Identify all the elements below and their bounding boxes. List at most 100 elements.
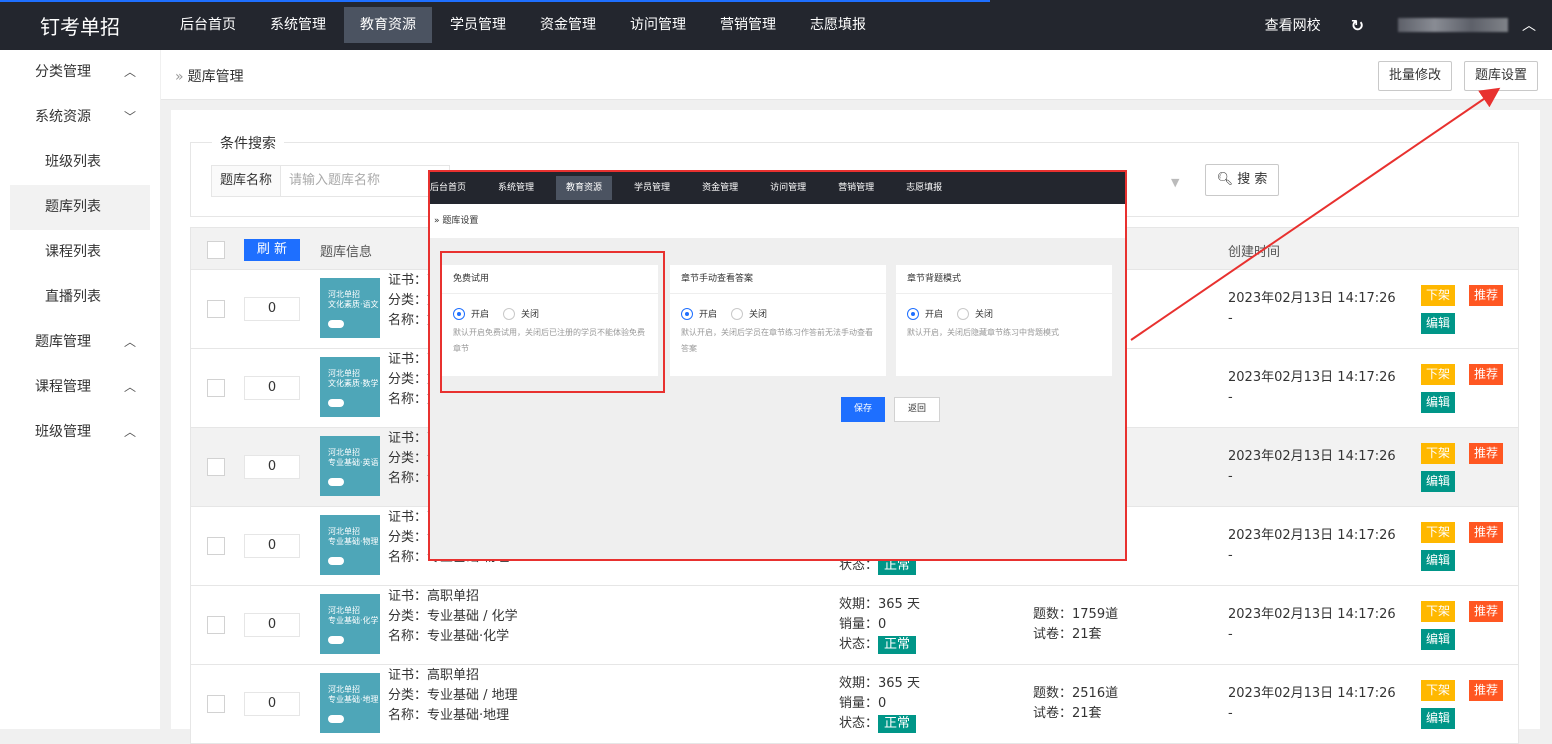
row-checkbox[interactable] bbox=[207, 616, 225, 634]
row-checkbox[interactable] bbox=[207, 379, 225, 397]
thumbnail-text: 河北单招 文化素质·语文 bbox=[328, 290, 379, 309]
thumbnail-text: 河北单招 文化素质·数学 bbox=[328, 369, 379, 388]
sort-input[interactable]: 0 bbox=[244, 692, 300, 716]
user-name-blurred[interactable] bbox=[1398, 18, 1508, 32]
double-chevron-right-icon: » bbox=[175, 69, 184, 85]
radio-on[interactable] bbox=[907, 307, 919, 320]
nav-students[interactable]: 学员管理 bbox=[434, 7, 522, 43]
overlay-back-button[interactable]: 返回 bbox=[894, 397, 940, 422]
row-checkbox[interactable] bbox=[207, 695, 225, 713]
edit-button[interactable]: 编辑 bbox=[1421, 313, 1456, 334]
unlist-button[interactable]: 下架 bbox=[1421, 285, 1456, 306]
nav-education[interactable]: 教育资源 bbox=[344, 7, 432, 43]
edit-button[interactable]: 编辑 bbox=[1421, 471, 1456, 492]
unlist-button[interactable]: 下架 bbox=[1421, 522, 1456, 543]
overlay-nav-students[interactable]: 学员管理 bbox=[624, 176, 680, 200]
chevron-up-icon: ︿ bbox=[123, 380, 136, 394]
sidebar-item-system-resources[interactable]: 系统资源 ﹀ bbox=[0, 95, 160, 140]
edit-button[interactable]: 编辑 bbox=[1421, 550, 1456, 571]
sidebar-item-category[interactable]: 分类管理 ︿ bbox=[0, 50, 160, 95]
nav-home[interactable]: 后台首页 bbox=[164, 7, 252, 43]
chevron-up-icon: ︿ bbox=[123, 65, 136, 79]
sort-input[interactable]: 0 bbox=[244, 455, 300, 479]
refresh-button[interactable]: 刷 新 bbox=[244, 239, 300, 261]
overlay-nav-education[interactable]: 教育资源 bbox=[556, 176, 613, 200]
top-nav: 后台首页 系统管理 教育资源 学员管理 资金管理 访问管理 营销管理 志愿填报 bbox=[164, 0, 884, 50]
recommend-button[interactable]: 推荐 bbox=[1469, 364, 1504, 385]
bank-thumbnail: 河北单招 文化素质·语文 bbox=[320, 278, 380, 338]
sidebar-item-course-management[interactable]: 课程管理 ︿ bbox=[0, 365, 160, 410]
bank-thumbnail: 河北单招 专业基础·地理 bbox=[320, 673, 380, 733]
created-time: 2023年02月13日 14:17:26- bbox=[1228, 686, 1396, 721]
thumbnail-text: 河北单招 专业基础·化学 bbox=[328, 606, 379, 625]
select-all-checkbox[interactable] bbox=[207, 241, 225, 259]
bank-name-label: 题库名称 bbox=[211, 165, 281, 197]
sidebar-item-class-management[interactable]: 班级管理 ︿ bbox=[0, 410, 160, 455]
unlist-button[interactable]: 下架 bbox=[1421, 680, 1456, 701]
thumbnail-text: 河北单招 专业基础·英语 bbox=[328, 448, 379, 467]
sort-input[interactable]: 0 bbox=[244, 376, 300, 400]
nav-system[interactable]: 系统管理 bbox=[254, 7, 342, 43]
chevron-up-icon[interactable]: ︿ bbox=[1522, 15, 1536, 35]
row-checkbox[interactable] bbox=[207, 537, 225, 555]
overlay-nav-access[interactable]: 访问管理 bbox=[760, 176, 816, 200]
overlay-nav-system[interactable]: 系统管理 bbox=[488, 176, 544, 200]
status-badge: 正常 bbox=[878, 636, 917, 654]
bank-name-input[interactable]: 请输入题库名称 bbox=[280, 165, 451, 197]
overlay-nav: 后台首页 系统管理 教育资源 学员管理 资金管理 访问管理 营销管理 志愿填报 bbox=[430, 172, 1125, 204]
batch-edit-button[interactable]: 批量修改 bbox=[1378, 61, 1453, 91]
sidebar-sub-live-list[interactable]: 直播列表 bbox=[0, 275, 160, 320]
recommend-button[interactable]: 推荐 bbox=[1469, 680, 1504, 701]
sidebar-item-bank-management[interactable]: 题库管理 ︿ bbox=[0, 320, 160, 365]
search-icon: 🔍︎ bbox=[1216, 172, 1238, 187]
sidebar-sub-course-list[interactable]: 课程列表 bbox=[0, 230, 160, 275]
overlay-nav-volunteer[interactable]: 志愿填报 bbox=[896, 176, 952, 200]
radio-off[interactable] bbox=[731, 307, 744, 320]
view-site-link[interactable]: 查看网校 bbox=[1265, 15, 1321, 35]
radio-off[interactable] bbox=[957, 307, 970, 320]
bank-settings-button[interactable]: 题库设置 bbox=[1464, 61, 1539, 91]
edit-button[interactable]: 编辑 bbox=[1421, 629, 1456, 650]
search-button[interactable]: 🔍︎ 搜 索 bbox=[1205, 164, 1279, 196]
col-header-info: 题库信息 bbox=[320, 245, 373, 260]
chevron-up-icon: ︿ bbox=[123, 425, 136, 439]
recommend-button[interactable]: 推荐 bbox=[1469, 601, 1504, 622]
sidebar: 分类管理 ︿ 系统资源 ﹀ 班级列表 题库列表 课程列表 直播列表 题库管理 ︿ 课程… bbox=[0, 50, 160, 729]
row-checkbox[interactable] bbox=[207, 300, 225, 318]
unlist-button[interactable]: 下架 bbox=[1421, 601, 1456, 622]
sidebar-sub-class-list[interactable]: 班级列表 bbox=[0, 140, 160, 185]
select-caret-icon[interactable]: ▼ bbox=[1171, 176, 1179, 189]
radio-on[interactable] bbox=[681, 307, 693, 320]
nav-marketing[interactable]: 营销管理 bbox=[704, 7, 792, 43]
thumbnail-badge bbox=[328, 636, 344, 644]
app-logo[interactable]: 钉考单招 bbox=[0, 11, 160, 40]
recommend-button[interactable]: 推荐 bbox=[1469, 522, 1504, 543]
recommend-button[interactable]: 推荐 bbox=[1469, 285, 1504, 306]
main-header: » 题库管理 批量修改 题库设置 bbox=[161, 50, 1552, 100]
sidebar-sub-bank-list[interactable]: 题库列表 bbox=[10, 185, 150, 230]
bank-meta: 效期：365 天销量：0状态：正常 bbox=[839, 676, 920, 733]
thumbnail-badge bbox=[328, 399, 344, 407]
nav-finance[interactable]: 资金管理 bbox=[524, 7, 612, 43]
overlay-nav-finance[interactable]: 资金管理 bbox=[692, 176, 748, 200]
row-checkbox[interactable] bbox=[207, 458, 225, 476]
edit-button[interactable]: 编辑 bbox=[1421, 708, 1456, 729]
nav-volunteer[interactable]: 志愿填报 bbox=[794, 7, 882, 43]
edit-button[interactable]: 编辑 bbox=[1421, 392, 1456, 413]
status-badge: 正常 bbox=[878, 715, 917, 733]
sort-input[interactable]: 0 bbox=[244, 613, 300, 637]
overlay-nav-marketing[interactable]: 营销管理 bbox=[828, 176, 884, 200]
created-time: 2023年02月13日 14:17:26- bbox=[1228, 291, 1396, 326]
bank-counts: 题数：1759道 试卷：21套 bbox=[1033, 607, 1119, 642]
sort-input[interactable]: 0 bbox=[244, 297, 300, 321]
overlay-nav-home[interactable]: 后台首页 bbox=[430, 176, 476, 200]
unlist-button[interactable]: 下架 bbox=[1421, 364, 1456, 385]
unlist-button[interactable]: 下架 bbox=[1421, 443, 1456, 464]
overlay-save-button[interactable]: 保存 bbox=[841, 397, 885, 422]
sort-input[interactable]: 0 bbox=[244, 534, 300, 558]
refresh-icon[interactable]: ↻ bbox=[1351, 16, 1364, 35]
free-trial-highlight-box bbox=[440, 251, 665, 393]
chevron-down-icon: ﹀ bbox=[123, 110, 136, 124]
recommend-button[interactable]: 推荐 bbox=[1469, 443, 1504, 464]
nav-access[interactable]: 访问管理 bbox=[614, 7, 702, 43]
